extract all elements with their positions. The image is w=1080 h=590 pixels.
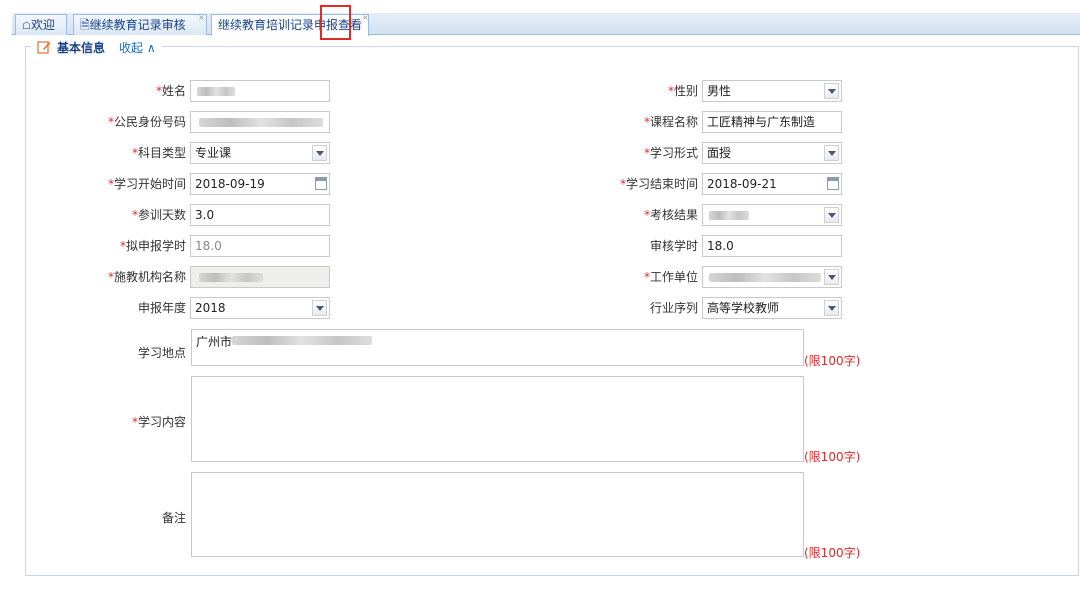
location-textarea[interactable]: 广州市 xyxy=(191,329,804,366)
close-icon[interactable]: × xyxy=(198,13,205,23)
gender-label: *性别 xyxy=(667,84,698,98)
chevron-down-icon[interactable] xyxy=(824,269,839,285)
id-number-label: *公民身份号码 xyxy=(107,115,186,129)
document-icon: 🗎 xyxy=(80,18,90,32)
home-icon: ☖ xyxy=(22,21,31,32)
section-header: 基本信息 收起 ∧ xyxy=(31,38,162,56)
name-field[interactable] xyxy=(190,80,330,102)
chevron-down-icon[interactable] xyxy=(824,145,839,161)
collapse-button[interactable]: 收起 ∧ xyxy=(119,39,156,56)
result-select[interactable] xyxy=(702,204,842,226)
tab-record-review[interactable]: 🗎继续教育记录审核 × xyxy=(73,13,207,35)
start-date-label: *学习开始时间 xyxy=(107,177,186,191)
chevron-down-icon[interactable] xyxy=(312,145,327,161)
location-label: 学习地点 xyxy=(137,346,186,360)
institution-field xyxy=(190,266,330,288)
days-label: *参训天数 xyxy=(131,208,186,222)
gender-select[interactable]: 男性 xyxy=(702,80,842,102)
employer-select[interactable] xyxy=(702,266,842,288)
days-field[interactable]: 3.0 xyxy=(190,204,330,226)
section-title: 基本信息 xyxy=(57,40,106,55)
subject-type-label: *科目类型 xyxy=(131,146,186,160)
close-icon[interactable]: × xyxy=(362,13,369,23)
year-select[interactable]: 2018 xyxy=(190,297,330,319)
tab-welcome[interactable]: ☖欢迎 xyxy=(15,14,67,35)
year-label: 申报年度 xyxy=(137,301,186,315)
remark-label: 备注 xyxy=(161,511,186,525)
course-name-label: *课程名称 xyxy=(643,115,698,129)
calendar-icon[interactable] xyxy=(827,177,839,190)
approved-hours-label: 审核学时 xyxy=(649,239,698,253)
approved-hours-field[interactable]: 18.0 xyxy=(702,235,842,257)
industry-label: 行业序列 xyxy=(649,301,698,315)
tab-bar: ☖欢迎 🗎继续教育记录审核 × 继续教育培训记录申报查看 × xyxy=(12,13,1080,36)
chevron-down-icon[interactable] xyxy=(824,300,839,316)
content-limit-note: (限100字) xyxy=(804,450,861,464)
study-form-label: *学习形式 xyxy=(643,146,698,160)
content-textarea[interactable] xyxy=(191,376,804,462)
location-limit-note: (限100字) xyxy=(804,354,861,368)
subject-type-select[interactable]: 专业课 xyxy=(190,142,330,164)
calendar-icon[interactable] xyxy=(315,177,327,190)
end-date-field[interactable]: 2018-09-21 xyxy=(702,173,842,195)
id-number-field[interactable] xyxy=(190,111,330,133)
study-form-select[interactable]: 面授 xyxy=(702,142,842,164)
course-name-field[interactable]: 工匠精神与广东制造 xyxy=(702,111,842,133)
remark-textarea[interactable] xyxy=(191,472,804,557)
declared-hours-field[interactable]: 18.0 xyxy=(190,235,330,257)
start-date-field[interactable]: 2018-09-19 xyxy=(190,173,330,195)
chevron-down-icon[interactable] xyxy=(824,83,839,99)
edit-icon xyxy=(37,41,51,54)
employer-label: *工作单位 xyxy=(643,270,698,284)
industry-select[interactable]: 高等学校教师 xyxy=(702,297,842,319)
institution-label: *施教机构名称 xyxy=(107,270,186,284)
chevron-up-icon: ∧ xyxy=(146,40,156,55)
result-label: *考核结果 xyxy=(643,208,698,222)
declared-hours-label: *拟申报学时 xyxy=(119,239,186,253)
content-label: *学习内容 xyxy=(131,415,186,429)
remark-limit-note: (限100字) xyxy=(804,546,861,560)
highlight-box xyxy=(320,5,351,40)
name-label: *姓名 xyxy=(155,84,186,98)
chevron-down-icon[interactable] xyxy=(312,300,327,316)
end-date-label: *学习结束时间 xyxy=(619,177,698,191)
chevron-down-icon[interactable] xyxy=(824,207,839,223)
